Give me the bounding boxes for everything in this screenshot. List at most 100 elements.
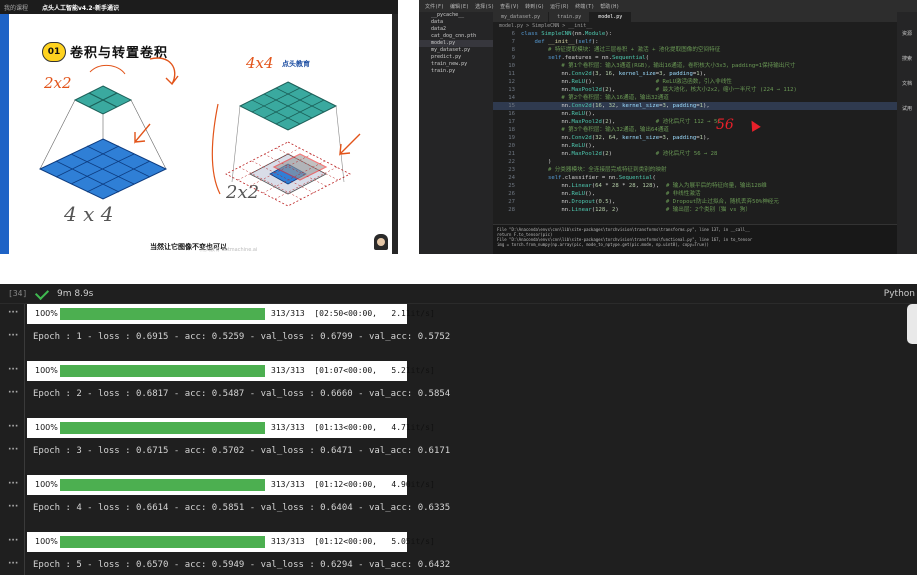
- explorer-file-item[interactable]: data: [419, 19, 493, 26]
- code-text: nn.Linear(64 * 28 * 28, 128), # 输入为展平后的特…: [521, 183, 767, 189]
- tab-my_dataset-py[interactable]: my_dataset.py: [493, 12, 550, 22]
- more-icon[interactable]: ···: [8, 445, 18, 455]
- progress-stats: 313/313 [01:12<00:00, 5.05it/s]: [271, 537, 435, 546]
- code-line: 6 class SimpleCNN(nn.Module):: [493, 30, 897, 38]
- input-4x4-grid: [38, 138, 168, 200]
- line-number: 23: [508, 167, 515, 173]
- explorer-file-item[interactable]: predict.py: [419, 54, 493, 61]
- progress-bar-fill: [60, 536, 265, 548]
- code-text: nn.Conv2d(16, 32, kernel_size=3, padding…: [521, 103, 710, 109]
- course-title: 点头人工智能v4.2-新手通识: [42, 4, 120, 12]
- code-line: 13 nn.MaxPool2d(2), # 最大池化，核大小2x2，缩小一半尺寸…: [493, 86, 897, 94]
- my-courses-link[interactable]: 我的课程: [4, 3, 28, 12]
- execution-time: 9m 8.9s: [57, 289, 94, 299]
- menu-item[interactable]: 转到(G): [525, 3, 544, 10]
- progress-bar: [60, 479, 265, 491]
- menu-bar: 文件(F) 编辑(E) 选择(S) 查看(V) 转到(G) 运行(R) 终端(T) 帮助(H): [419, 0, 917, 12]
- editor-tabs: my_dataset.py train.py model.py: [493, 12, 917, 22]
- progress-row: 100% 313/313 [01:12<00:00, 5.05it/s]: [27, 532, 435, 552]
- hand-bracket: [211, 103, 221, 195]
- progress-stats: 313/313 [01:07<00:00, 5.21it/s]: [271, 366, 435, 375]
- code-text: ): [521, 159, 552, 165]
- line-number: 21: [508, 151, 515, 157]
- right-panel-item[interactable]: 资源: [897, 30, 917, 37]
- more-icon[interactable]: ···: [8, 502, 18, 512]
- video-player[interactable]: 我的课程 点头人工智能v4.2-新手通识 01 卷积与转置卷积 点头教育 2x2…: [0, 0, 398, 254]
- menu-item[interactable]: 编辑(E): [450, 3, 469, 10]
- code-line: 26 nn.ReLU(), # 非线性激活: [493, 190, 897, 198]
- more-icon[interactable]: ···: [8, 559, 18, 569]
- more-icon[interactable]: ···: [8, 479, 18, 489]
- menu-item[interactable]: 终端(T): [575, 3, 594, 10]
- explorer-file-item[interactable]: model.py: [419, 40, 493, 47]
- kernel-label[interactable]: Python: [884, 289, 915, 299]
- epoch-block: ··· 100% 313/313 [01:07<00:00, 5.21it/s] ··…: [0, 361, 917, 407]
- code-text: # 第3个卷积层：输入32通道，输出64通道: [561, 127, 669, 133]
- more-icon[interactable]: ···: [8, 365, 18, 375]
- hand-label-4x4-top: 4x4: [246, 54, 274, 72]
- code-text: nn.ReLU(),: [521, 143, 596, 149]
- progress-row: 100% 313/313 [02:50<00:00, 2.11it/s]: [27, 304, 435, 324]
- explorer-file-item[interactable]: cat_dog_cnn.pth: [419, 33, 493, 40]
- presenter-avatar: [374, 234, 388, 250]
- more-icon[interactable]: ···: [8, 308, 18, 318]
- output-4x4-grid: [238, 81, 338, 131]
- explorer-file-item[interactable]: train_new.py: [419, 61, 493, 68]
- more-icon[interactable]: ···: [8, 331, 18, 341]
- code-line: 17 nn.MaxPool2d(2), # 池化后尺寸 112 → 56: [493, 118, 897, 126]
- check-icon: [34, 285, 50, 301]
- scroll-handle[interactable]: [907, 304, 917, 344]
- tab-train-py[interactable]: train.py: [549, 12, 591, 22]
- code-text: nn.Conv2d(3, 16, kernel_size=3, padding=…: [521, 71, 707, 77]
- line-number: 10: [508, 63, 515, 69]
- terminal-line: img = torch.from_numpy(np.array(pic, mod…: [497, 242, 709, 247]
- explorer-file-item[interactable]: my_dataset.py: [419, 47, 493, 54]
- progress-bar: [60, 422, 265, 434]
- line-number: 28: [508, 207, 515, 213]
- menu-item[interactable]: 选择(S): [475, 3, 494, 10]
- explorer-file-item[interactable]: train.py: [419, 68, 493, 75]
- hand-arrow-right: [339, 133, 361, 156]
- code-text: nn.Conv2d(32, 64, kernel_size=3, padding…: [521, 135, 710, 141]
- code-text: # 第2个卷积层：输入16通道，输出32通道: [561, 95, 669, 101]
- breadcrumb[interactable]: model.py > SimpleCNN > __init__: [499, 23, 592, 29]
- line-number: 8: [511, 47, 515, 53]
- notebook-cell-output: [34] 9m 8.9s Python ··· 100% 313/313 [02:5…: [0, 284, 917, 575]
- menu-item[interactable]: 运行(R): [550, 3, 569, 10]
- code-text: self.features = nn.Sequential(: [547, 55, 650, 61]
- explorer-file-item[interactable]: __pycache__: [419, 12, 493, 19]
- line-number: 14: [508, 95, 515, 101]
- menu-item[interactable]: 文件(F): [425, 3, 444, 10]
- annotation-56: 56: [716, 117, 734, 133]
- epoch-log-line: Epoch : 5 - loss : 0.6570 - acc: 0.5949 …: [33, 560, 451, 570]
- cell-header: [34] 9m 8.9s Python: [0, 284, 917, 304]
- code-line: 7 def __init__(self):: [493, 38, 897, 46]
- progress-percent: 100%: [35, 423, 58, 432]
- explorer-file-item[interactable]: data2: [419, 26, 493, 33]
- code-text: # 分类器模块：全连接层完成特征到类别的映射: [547, 167, 667, 173]
- terminal-panel[interactable]: File "D:\Anaconda\envs\cnn\lib\site-pack…: [493, 224, 897, 254]
- code-line: 16 nn.ReLU(),: [493, 110, 897, 118]
- line-number: 18: [508, 127, 515, 133]
- menu-item[interactable]: 查看(V): [500, 3, 519, 10]
- line-number: 25: [508, 183, 515, 189]
- progress-bar: [60, 308, 265, 320]
- right-panel-item[interactable]: 文档: [897, 80, 917, 87]
- right-panel-item[interactable]: 搜索: [897, 55, 917, 62]
- more-icon[interactable]: ···: [8, 422, 18, 432]
- code-line: 8 # 特征提取模块：通过三层卷积 + 激活 + 池化提取图像的空间特征: [493, 46, 897, 54]
- line-number: 22: [508, 159, 515, 165]
- more-icon[interactable]: ···: [8, 388, 18, 398]
- progress-row: 100% 313/313 [01:07<00:00, 5.21it/s]: [27, 361, 435, 381]
- progress-bar-fill: [60, 479, 265, 491]
- code-line: 18 # 第3个卷积层：输入32通道，输出64通道: [493, 126, 897, 134]
- code-text: # 第1个卷积层：输入3通道(RGB)，输出16通道，卷积核大小3x3，padd…: [561, 63, 796, 69]
- tab-model-py[interactable]: model.py: [590, 12, 632, 22]
- line-number: 19: [508, 135, 515, 141]
- right-panel-item[interactable]: 试用: [897, 105, 917, 112]
- more-icon[interactable]: ···: [8, 536, 18, 546]
- menu-item[interactable]: 帮助(H): [600, 3, 619, 10]
- code-text: # 特征提取模块：通过三层卷积 + 激活 + 池化提取图像的空间特征: [547, 47, 721, 53]
- right-sidebar: 资源 搜索 文档 试用: [897, 12, 917, 254]
- code-area[interactable]: 6 class SimpleCNN(nn.Module): 7 def __init…: [493, 30, 897, 222]
